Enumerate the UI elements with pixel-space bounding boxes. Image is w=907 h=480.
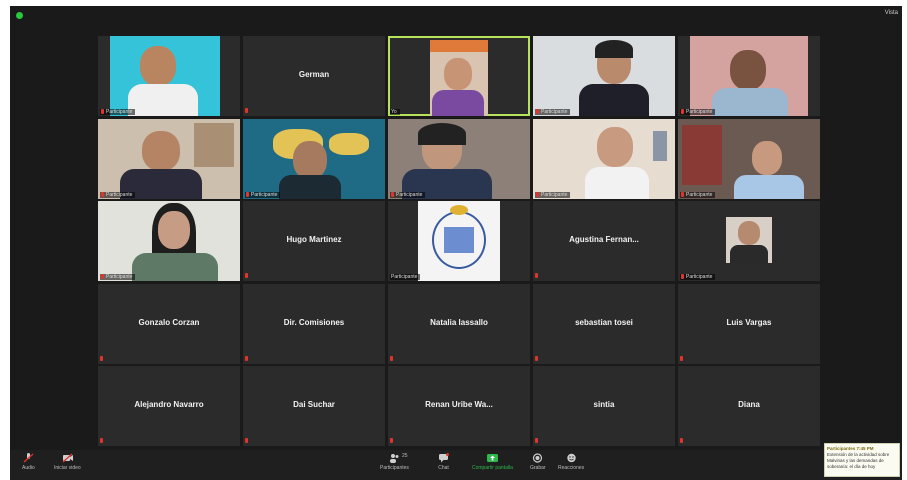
mic-muted-icon — [535, 438, 538, 443]
participant-tile[interactable]: Renan Uribe Wa... — [388, 366, 530, 446]
participant-name: Diana — [738, 400, 760, 409]
participant-tile[interactable]: Participante — [533, 36, 675, 116]
participant-tile[interactable]: Participante — [98, 201, 240, 281]
participant-tile[interactable]: Participante — [98, 36, 240, 116]
participant-tile-active-speaker[interactable]: Yo — [388, 36, 530, 116]
mic-muted-icon — [100, 355, 103, 361]
participant-tile[interactable]: Participante — [243, 118, 385, 199]
smiley-icon — [566, 453, 576, 463]
video-label: Yo — [390, 109, 400, 115]
video-grid: Participante German Yo Participante Part… — [98, 36, 822, 446]
chat-icon — [439, 453, 449, 463]
participant-tile[interactable]: Participante — [678, 118, 820, 199]
participant-tile[interactable]: Dai Suchar — [243, 366, 385, 446]
status-indicator — [16, 12, 23, 19]
participant-tile[interactable]: Natalia Iassallo — [388, 283, 530, 364]
participants-button[interactable]: Participantes 25 — [380, 453, 409, 471]
record-icon — [533, 453, 543, 463]
video-label: Participante — [245, 191, 281, 198]
participant-tile[interactable]: Participante — [533, 118, 675, 199]
audio-button[interactable]: Audio — [22, 453, 35, 471]
video-label: Participante — [100, 274, 136, 280]
participant-tile[interactable]: Participante — [388, 118, 530, 199]
video-label: Participante — [390, 274, 421, 280]
video-label: Participante — [100, 191, 136, 198]
participant-tile[interactable]: Participante — [388, 201, 530, 281]
mic-muted-icon — [23, 453, 34, 463]
video-label: Participante — [680, 109, 716, 115]
participant-tile[interactable]: Gonzalo Corzan — [98, 283, 240, 364]
participant-tile[interactable]: sintia — [533, 366, 675, 446]
video-label: Participante — [535, 191, 571, 198]
participant-name: Alejandro Navarro — [134, 400, 204, 409]
start-video-button[interactable]: Iniciar video — [54, 453, 81, 471]
participant-tile[interactable]: Hugo Martinez — [243, 201, 385, 281]
meeting-controls-bar: Audio Iniciar video Participantes 25 Cha… — [10, 450, 902, 480]
share-screen-button[interactable]: Compartir pantalla — [472, 453, 513, 471]
video-off-icon — [62, 453, 73, 463]
mic-muted-icon — [535, 273, 538, 278]
participant-tile[interactable]: Diana — [678, 366, 820, 446]
chat-notification-line: soberanía: el día de hoy — [827, 464, 876, 469]
participant-tile[interactable]: Alejandro Navarro — [98, 366, 240, 446]
mic-muted-icon — [245, 355, 248, 361]
participant-tile[interactable]: Dir. Comisiones — [243, 283, 385, 364]
mic-muted-icon — [245, 438, 248, 443]
video-label: Participante — [100, 109, 136, 115]
participant-name: Renan Uribe Wa... — [425, 400, 493, 409]
participant-name: Luis Vargas — [726, 317, 772, 327]
participant-name: sebastian tosei — [575, 317, 633, 327]
participant-tile[interactable]: German — [243, 36, 385, 116]
participant-name: Dir. Comisiones — [283, 317, 345, 327]
chat-button[interactable]: Chat — [438, 453, 449, 471]
mic-muted-icon — [535, 355, 538, 361]
mic-muted-icon — [100, 438, 103, 443]
reactions-button[interactable]: Reacciones — [558, 453, 584, 471]
participant-name: Agustina Fernan... — [569, 235, 639, 244]
participant-tile[interactable]: Participante — [98, 118, 240, 199]
participant-tile[interactable]: sebastian tosei — [533, 283, 675, 364]
participant-tile[interactable]: Participante — [678, 36, 820, 116]
mic-muted-icon — [245, 273, 248, 278]
participants-icon — [389, 454, 399, 463]
video-label: Participante — [390, 191, 426, 198]
participant-count: 25 — [402, 453, 408, 459]
video-label: Participante — [680, 274, 716, 280]
participant-name: Natalia Iassallo — [430, 317, 488, 327]
participant-tile[interactable]: Agustina Fernan... — [533, 201, 675, 281]
video-label: Participante — [680, 191, 716, 198]
mic-muted-icon — [245, 108, 248, 113]
mic-muted-icon — [390, 355, 393, 361]
record-button[interactable]: Grabar — [530, 453, 546, 471]
mic-muted-icon — [680, 355, 683, 361]
participant-name: Gonzalo Corzan — [138, 317, 200, 327]
mic-muted-icon — [390, 438, 393, 443]
participant-tile[interactable]: Participante — [678, 201, 820, 281]
participant-name: German — [298, 70, 330, 79]
chat-notification-popup[interactable]: Participantes 7:45 PM Extensión de la ac… — [824, 443, 900, 477]
participant-tile[interactable]: Luis Vargas — [678, 283, 820, 364]
share-screen-icon — [486, 454, 498, 462]
participant-name: Dai Suchar — [293, 400, 335, 409]
zoom-window: Vista Participante German Yo Participant… — [10, 6, 902, 480]
participant-name: sintia — [593, 400, 615, 409]
mic-muted-icon — [680, 438, 683, 443]
video-label: Participante — [535, 109, 571, 115]
view-button[interactable]: Vista — [885, 10, 898, 16]
participant-name: Hugo Martinez — [286, 235, 342, 244]
